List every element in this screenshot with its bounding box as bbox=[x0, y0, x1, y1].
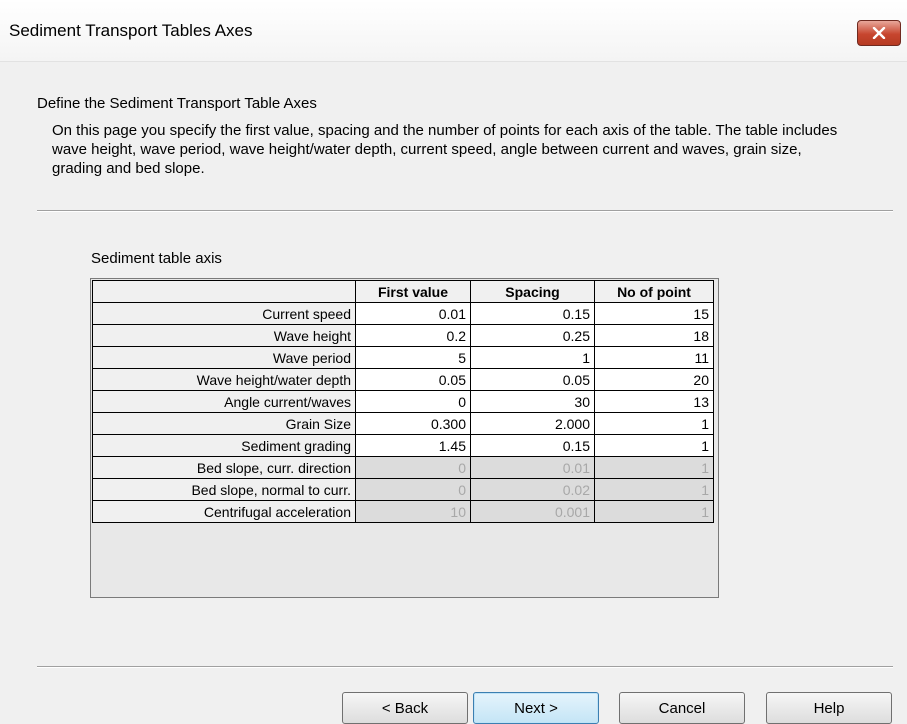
first-value-cell[interactable]: 0.05 bbox=[355, 368, 471, 391]
table-header-row: First value Spacing No of point bbox=[92, 280, 714, 303]
table-row: Angle current/waves 0 30 13 bbox=[92, 390, 714, 413]
no-of-point-cell[interactable]: 18 bbox=[594, 324, 714, 347]
spacing-cell[interactable]: 0.25 bbox=[470, 324, 595, 347]
first-value-cell[interactable]: 1.45 bbox=[355, 434, 471, 457]
row-header-label: Bed slope, curr. direction bbox=[92, 456, 356, 479]
no-of-point-cell: 1 bbox=[594, 456, 714, 479]
no-of-point-cell: 1 bbox=[594, 478, 714, 501]
spacing-cell[interactable]: 30 bbox=[470, 390, 595, 413]
close-button[interactable] bbox=[857, 20, 901, 46]
page-description: On this page you specify the first value… bbox=[52, 122, 838, 177]
close-icon bbox=[872, 27, 886, 39]
table-row: Current speed 0.01 0.15 15 bbox=[92, 302, 714, 325]
no-of-point-cell[interactable]: 13 bbox=[594, 390, 714, 413]
first-value-cell[interactable]: 5 bbox=[355, 346, 471, 369]
back-button[interactable]: < Back bbox=[342, 692, 468, 724]
no-of-point-cell: 1 bbox=[594, 500, 714, 523]
row-header-label: Angle current/waves bbox=[92, 390, 356, 413]
table-row: Wave height 0.2 0.25 18 bbox=[92, 324, 714, 347]
page-heading: Define the Sediment Transport Table Axes bbox=[37, 95, 317, 112]
first-value-cell[interactable]: 0.01 bbox=[355, 302, 471, 325]
row-header-label: Sediment grading bbox=[92, 434, 356, 457]
first-value-cell[interactable]: 0.300 bbox=[355, 412, 471, 435]
no-of-point-cell[interactable]: 11 bbox=[594, 346, 714, 369]
help-button[interactable]: Help bbox=[766, 692, 892, 724]
no-of-point-cell[interactable]: 20 bbox=[594, 368, 714, 391]
row-header-label: Wave height/water depth bbox=[92, 368, 356, 391]
spacing-cell[interactable]: 2.000 bbox=[470, 412, 595, 435]
spacing-cell[interactable]: 0.15 bbox=[470, 302, 595, 325]
no-of-point-cell[interactable]: 15 bbox=[594, 302, 714, 325]
row-header-label: Wave height bbox=[92, 324, 356, 347]
header-corner bbox=[92, 280, 356, 303]
top-separator bbox=[37, 210, 893, 212]
window-title: Sediment Transport Tables Axes bbox=[9, 21, 253, 40]
table-row: Sediment grading 1.45 0.15 1 bbox=[92, 434, 714, 457]
row-header-label: Wave period bbox=[92, 346, 356, 369]
table-row: Wave period 5 1 11 bbox=[92, 346, 714, 369]
row-header-label: Centrifugal acceleration bbox=[92, 500, 356, 523]
bottom-separator bbox=[37, 666, 893, 668]
row-header-label: Grain Size bbox=[92, 412, 356, 435]
header-first-value: First value bbox=[355, 280, 471, 303]
table-row: Wave height/water depth 0.05 0.05 20 bbox=[92, 368, 714, 391]
spacing-cell: 0.001 bbox=[470, 500, 595, 523]
table-row: Bed slope, curr. direction 0 0.01 1 bbox=[92, 456, 714, 479]
cancel-button[interactable]: Cancel bbox=[619, 692, 745, 724]
next-button[interactable]: Next > bbox=[473, 692, 599, 724]
first-value-cell: 0 bbox=[355, 478, 471, 501]
title-bar: Sediment Transport Tables Axes bbox=[0, 0, 907, 62]
header-spacing: Spacing bbox=[470, 280, 595, 303]
row-header-label: Bed slope, normal to curr. bbox=[92, 478, 356, 501]
first-value-cell: 0 bbox=[355, 456, 471, 479]
spacing-cell[interactable]: 0.15 bbox=[470, 434, 595, 457]
spacing-cell[interactable]: 1 bbox=[470, 346, 595, 369]
row-header-label: Current speed bbox=[92, 302, 356, 325]
sediment-axis-table: First value Spacing No of point Current … bbox=[92, 280, 714, 523]
first-value-cell: 10 bbox=[355, 500, 471, 523]
table-row: Bed slope, normal to curr. 0 0.02 1 bbox=[92, 478, 714, 501]
table-row: Centrifugal acceleration 10 0.001 1 bbox=[92, 500, 714, 523]
spacing-cell: 0.02 bbox=[470, 478, 595, 501]
no-of-point-cell[interactable]: 1 bbox=[594, 412, 714, 435]
first-value-cell[interactable]: 0 bbox=[355, 390, 471, 413]
spacing-cell[interactable]: 0.05 bbox=[470, 368, 595, 391]
table-label: Sediment table axis bbox=[91, 250, 222, 267]
no-of-point-cell[interactable]: 1 bbox=[594, 434, 714, 457]
spacing-cell: 0.01 bbox=[470, 456, 595, 479]
table-row: Grain Size 0.300 2.000 1 bbox=[92, 412, 714, 435]
header-no-of-point: No of point bbox=[594, 280, 714, 303]
first-value-cell[interactable]: 0.2 bbox=[355, 324, 471, 347]
